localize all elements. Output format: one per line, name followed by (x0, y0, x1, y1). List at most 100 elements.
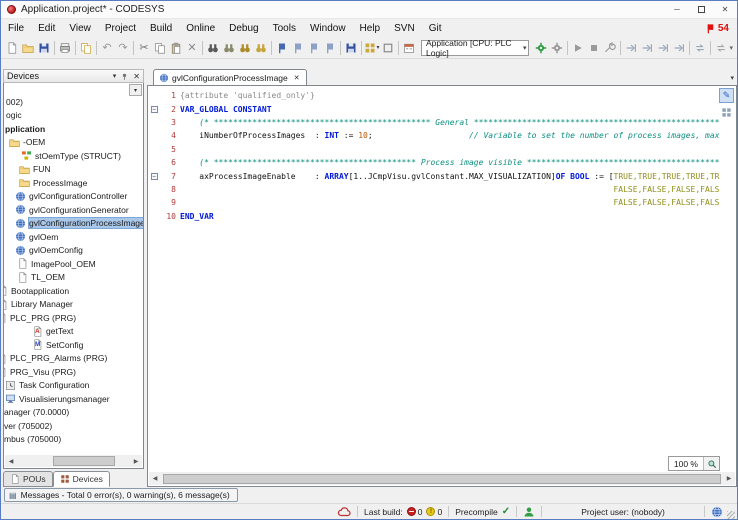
tabular-view-button[interactable] (719, 105, 734, 120)
menu-project[interactable]: Project (98, 21, 143, 36)
code-line[interactable]: 6 (* ***********************************… (148, 156, 720, 169)
tree-item-ver-705002-[interactable]: ver (705002) (4, 419, 143, 433)
undo-button[interactable]: ↶ (99, 39, 115, 57)
code-line[interactable]: 4 iNumberOfProcessImages : INT := 10; //… (148, 129, 720, 142)
tree-item-ogic[interactable]: ogic (4, 109, 143, 123)
flow-control-button[interactable] (713, 39, 729, 57)
code-line[interactable]: 9 FALSE,FALSE,FALSE,FALSE,FALSE,FALSE (148, 196, 720, 209)
tree-item-gvloemconfig[interactable]: gvlOemConfig (4, 244, 143, 258)
edit-object-button[interactable] (380, 39, 396, 57)
tree-item-gettext[interactable]: AgetText (4, 325, 143, 339)
tree-item--oem[interactable]: -OEM (4, 136, 143, 150)
cloud-sync-icon[interactable] (337, 505, 351, 519)
code-line[interactable]: −7 axProcessImageEnable : ARRAY[1..JCmpV… (148, 169, 720, 182)
tab-list-dropdown[interactable]: ▾ (730, 74, 734, 82)
tab-close-icon[interactable]: ✕ (294, 74, 300, 82)
tab-devices[interactable]: Devices (53, 471, 110, 487)
fold-margin[interactable]: − (148, 173, 160, 180)
tree-item-gvloem[interactable]: gvlOem (4, 230, 143, 244)
login-button[interactable] (533, 39, 549, 57)
editor-tab-gvlconfigurationprocessimage[interactable]: gvlConfigurationProcessImage ✕ (153, 69, 307, 85)
menu-edit[interactable]: Edit (31, 21, 62, 36)
menu-debug[interactable]: Debug (222, 21, 265, 36)
user-management-icon[interactable] (523, 506, 535, 518)
stop-button[interactable] (586, 39, 602, 57)
step-over-button[interactable] (623, 39, 639, 57)
new-object-dropdown-button[interactable]: ▾ (364, 39, 380, 57)
fold-margin[interactable]: − (148, 106, 160, 113)
panel-menu-button[interactable]: ▾ (113, 72, 117, 80)
tree-item-mbus-705000-[interactable]: mbus (705000) (4, 433, 143, 447)
copy-button[interactable] (152, 39, 168, 57)
code-line[interactable]: 1{attribute 'qualified_only'} (148, 89, 720, 102)
delete-button[interactable]: ✕ (184, 39, 200, 57)
tree-item-task-configuration[interactable]: Task Configuration (4, 379, 143, 393)
alarm-indicator[interactable]: 54 (705, 23, 737, 34)
step-out-button[interactable] (655, 39, 671, 57)
editor-horizontal-scrollbar[interactable]: ◀ ▶ (149, 472, 735, 485)
find-button[interactable] (205, 39, 221, 57)
tree-horizontal-scrollbar[interactable]: ◀ ▶ (5, 455, 142, 467)
code-line[interactable]: −2VAR_GLOBAL CONSTANT (148, 102, 720, 115)
scroll-left-icon[interactable]: ◀ (5, 455, 17, 467)
code-line[interactable]: 8 FALSE,FALSE,FALSE,FALSE,FALSE,FALSE (148, 183, 720, 196)
language-globe-icon[interactable] (711, 506, 723, 518)
menu-window[interactable]: Window (303, 21, 353, 36)
tab-pous[interactable]: POUs (3, 471, 53, 487)
tree-item-plc-prg-prg-[interactable]: PLC_PRG (PRG) (4, 311, 143, 325)
menu-git[interactable]: Git (422, 21, 449, 36)
scrollbar-thumb[interactable] (53, 456, 115, 466)
new-file-button[interactable] (4, 39, 20, 57)
active-application-selector[interactable]: Application [CPU: PLC Logic] ▾ (421, 40, 529, 56)
incremental-find-button[interactable] (221, 39, 237, 57)
replace-button[interactable] (253, 39, 269, 57)
save-all-button[interactable] (343, 39, 359, 57)
tree-item-stoemtype-struct-[interactable]: stOemType (STRUCT) (4, 149, 143, 163)
close-button[interactable]: ✕ (713, 1, 737, 18)
bookmark-clear-button[interactable] (322, 39, 338, 57)
redo-button[interactable]: ↷ (115, 39, 131, 57)
tree-item-gvlconfigurationgenerator[interactable]: gvlConfigurationGenerator (4, 203, 143, 217)
scroll-left-icon[interactable]: ◀ (149, 473, 161, 485)
bookmark-button[interactable] (274, 39, 290, 57)
tree-item-gvlconfigurationcontroller[interactable]: gvlConfigurationController (4, 190, 143, 204)
scroll-right-icon[interactable]: ▶ (723, 473, 735, 485)
tree-item-anager-70-0000-[interactable]: anager (70.0000) (4, 406, 143, 420)
bookmark-prev-button[interactable] (290, 39, 306, 57)
step-into-button[interactable] (639, 39, 655, 57)
resize-grip[interactable] (727, 511, 735, 519)
tree-item-setconfig[interactable]: MSetConfig (4, 338, 143, 352)
tree-item-fun[interactable]: FUN (4, 163, 143, 177)
fold-collapse-icon[interactable]: − (151, 106, 158, 113)
code-line[interactable]: 3 (* ***********************************… (148, 116, 720, 129)
save-button[interactable] (36, 39, 52, 57)
tree-item-imagepool-oem[interactable]: ImagePool_OEM (4, 257, 143, 271)
menu-online[interactable]: Online (179, 21, 222, 36)
tree-item-bootapplication[interactable]: Bootapplication (4, 284, 143, 298)
code-line[interactable]: 10END_VAR (148, 210, 720, 223)
code-line[interactable]: 5 (148, 143, 720, 156)
menu-svn[interactable]: SVN (387, 21, 422, 36)
menu-build[interactable]: Build (143, 21, 179, 36)
single-cycle-button[interactable] (602, 39, 618, 57)
start-button[interactable] (570, 39, 586, 57)
toolbar-overflow-button[interactable]: ▾ (729, 44, 737, 52)
find-next-button[interactable] (237, 39, 253, 57)
paste-button[interactable] (168, 39, 184, 57)
textual-view-button[interactable]: ✎ (719, 88, 734, 103)
tree-item-plc-prg-alarms-prg-[interactable]: PLC_PRG_Alarms (PRG) (4, 352, 143, 366)
menu-tools[interactable]: Tools (266, 21, 303, 36)
bookmark-next-button[interactable] (306, 39, 322, 57)
tree-item-library-manager[interactable]: Library Manager (4, 298, 143, 312)
print-button[interactable] (57, 39, 73, 57)
open-file-button[interactable] (20, 39, 36, 57)
minimize-button[interactable]: ─ (665, 1, 689, 18)
devices-panel-header[interactable]: Devices ▾ ✕ (3, 69, 144, 83)
tree-item-002-[interactable]: 002) (4, 95, 143, 109)
tree-item-tl-oem[interactable]: TL_OEM (4, 271, 143, 285)
tree-item-pplication[interactable]: pplication (4, 122, 143, 136)
menu-file[interactable]: File (1, 21, 31, 36)
panel-close-button[interactable]: ✕ (133, 72, 140, 81)
tree-item-visualisierungsmanager[interactable]: Visualisierungsmanager (4, 392, 143, 406)
tree-item-gvlconfigurationprocessimage[interactable]: gvlConfigurationProcessImage (4, 217, 143, 231)
